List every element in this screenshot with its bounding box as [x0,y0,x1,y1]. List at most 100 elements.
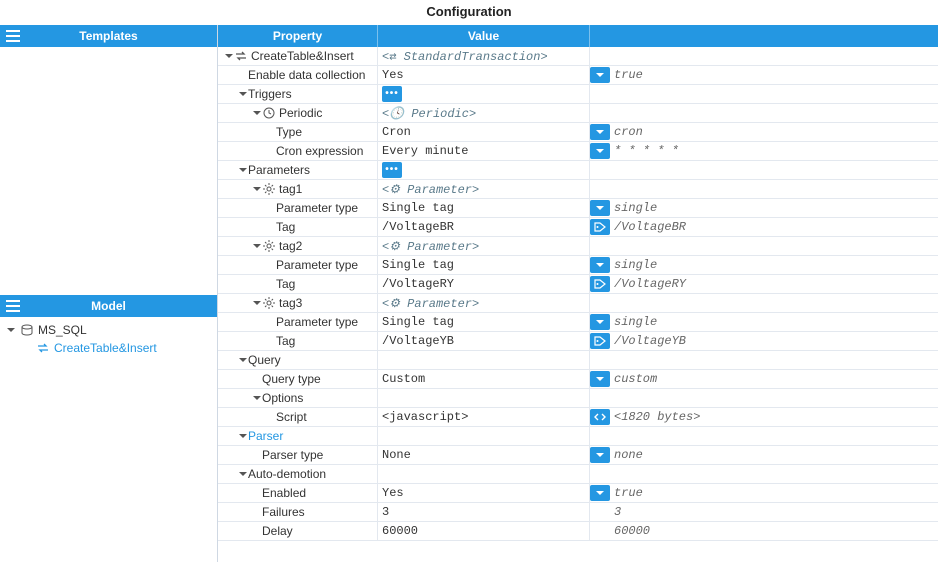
value-text[interactable]: Every minute [382,144,468,158]
tag-picker-button[interactable] [590,333,610,349]
value-cell[interactable]: /VoltageRY [378,275,590,293]
value-cell: <⚙ Parameter> [378,237,590,255]
value-cell[interactable]: Every minute [378,142,590,160]
raw-value: custom [614,372,657,386]
value-text[interactable]: /VoltageBR [382,220,454,234]
tree-node-label: MS_SQL [38,323,87,337]
value-text[interactable]: 60000 [382,524,418,538]
more-button[interactable]: ••• [382,86,402,102]
property-label[interactable]: Parser [248,429,283,443]
value-cell[interactable]: /VoltageBR [378,218,590,236]
value-cell: <⚙ Parameter> [378,180,590,198]
value2-cell [590,180,938,198]
value-text[interactable]: Yes [382,68,404,82]
caret-down-icon[interactable] [6,326,16,334]
raw-value: /VoltageYB [614,334,686,348]
value2-cell: custom [590,370,938,388]
more-button[interactable]: ••• [382,162,402,178]
tag-picker-button[interactable] [590,276,610,292]
value-cell[interactable]: Yes [378,66,590,84]
value-cell[interactable]: Single tag [378,256,590,274]
raw-value: single [614,258,657,272]
grid-row: Tag/VoltageYB/VoltageYB [218,332,938,351]
property-label: tag3 [279,296,302,310]
transaction-icon [36,342,50,354]
dropdown-button[interactable] [590,371,610,387]
caret-down-icon[interactable] [238,432,248,440]
tree-node-child[interactable]: CreateTable&Insert [6,339,217,357]
gear-icon [262,240,276,252]
caret-down-icon[interactable] [252,394,262,402]
value-text[interactable]: Single tag [382,258,454,272]
dropdown-button[interactable] [590,124,610,140]
value-text[interactable]: Single tag [382,201,454,215]
value2-cell [590,161,938,179]
dropdown-button[interactable] [590,485,610,501]
grid-row: Enable data collectionYestrue [218,66,938,85]
value-text[interactable]: <javascript> [382,410,468,424]
value2-cell [590,47,938,65]
caret-down-icon[interactable] [252,185,262,193]
value2-cell [590,294,938,312]
value-cell[interactable]: <javascript> [378,408,590,426]
property-label: Query type [262,372,321,386]
dropdown-button[interactable] [590,447,610,463]
dropdown-button[interactable] [590,257,610,273]
property-label: CreateTable&Insert [251,49,354,63]
value-cell[interactable]: None [378,446,590,464]
value-cell[interactable]: Single tag [378,313,590,331]
caret-down-icon[interactable] [252,242,262,250]
property-label: Tag [276,277,295,291]
caret-down-icon[interactable] [238,356,248,364]
grid-row: Parser [218,427,938,446]
property-label: Tag [276,334,295,348]
caret-down-icon[interactable] [238,470,248,478]
caret-down-icon[interactable] [238,166,248,174]
value-cell[interactable]: Cron [378,123,590,141]
dropdown-button[interactable] [590,200,610,216]
hamburger-icon[interactable] [0,30,26,42]
caret-down-icon[interactable] [224,52,234,60]
value-text[interactable]: Single tag [382,315,454,329]
value-text[interactable]: None [382,448,411,462]
value-text[interactable]: Yes [382,486,404,500]
dropdown-button[interactable] [590,67,610,83]
value-cell[interactable]: 60000 [378,522,590,540]
value-cell[interactable]: Single tag [378,199,590,217]
value2-cell: 60000 [590,522,938,540]
value-cell[interactable]: 3 [378,503,590,521]
value2-cell: single [590,199,938,217]
value-text[interactable]: 3 [382,505,389,519]
grid-row: tag2<⚙ Parameter> [218,237,938,256]
dropdown-button[interactable] [590,314,610,330]
value-cell[interactable]: /VoltageYB [378,332,590,350]
dropdown-button[interactable] [590,143,610,159]
value-text[interactable]: /VoltageYB [382,334,454,348]
value-cell [378,351,590,369]
type-label: <🕓 Periodic> [382,106,476,121]
value2-cell: single [590,313,938,331]
value-cell: <⇄ StandardTransaction> [378,47,590,65]
grid-row: Triggers••• [218,85,938,104]
gear-icon [262,297,276,309]
raw-value: single [614,315,657,329]
value-text[interactable]: /VoltageRY [382,277,454,291]
caret-down-icon[interactable] [238,90,248,98]
value-cell[interactable]: Custom [378,370,590,388]
tree-node-root[interactable]: MS_SQL [6,321,217,339]
gear-icon [262,183,276,195]
caret-down-icon[interactable] [252,109,262,117]
model-panel-title: Model [0,299,217,313]
code-editor-button[interactable] [590,409,610,425]
property-label: Enable data collection [248,68,365,82]
value-text[interactable]: Cron [382,125,411,139]
caret-down-icon[interactable] [252,299,262,307]
value-cell[interactable]: Yes [378,484,590,502]
grid-row: Query [218,351,938,370]
tag-picker-button[interactable] [590,219,610,235]
property-label: Parameter type [276,201,358,215]
value-text[interactable]: Custom [382,372,425,386]
value-cell: ••• [378,85,590,103]
hamburger-icon[interactable] [0,300,26,312]
grid-row: Cron expressionEvery minute* * * * * [218,142,938,161]
